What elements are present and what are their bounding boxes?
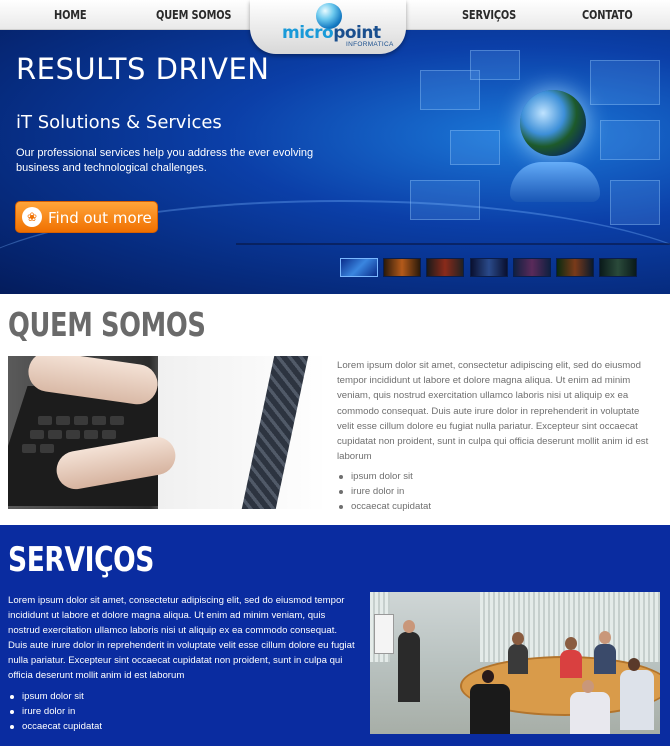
- nav-home[interactable]: HOME: [54, 8, 87, 22]
- servicos-heading: SERVIÇOS: [8, 540, 155, 580]
- slider-thumbnail-1[interactable]: [340, 258, 378, 277]
- quem-somos-heading: QUEM SOMOS: [8, 305, 206, 344]
- logo[interactable]: micropoint INFORMATICA: [250, 0, 406, 54]
- nav-servicos[interactable]: SERVIÇOS: [462, 8, 516, 22]
- typing-keyboard-image: [8, 356, 322, 509]
- quem-somos-list: ipsum dolor sit irure dolor in occaecat …: [337, 469, 637, 514]
- hero-illustration: [380, 50, 670, 250]
- list-item: ipsum dolor sit: [337, 469, 637, 484]
- logo-part-2: point: [333, 23, 381, 43]
- servicos-list: ipsum dolor sit irure dolor in occaecat …: [8, 689, 308, 734]
- slider-thumbnail-5[interactable]: [513, 258, 551, 277]
- hero-divider-line: [236, 243, 670, 245]
- hero-subtitle: iT Solutions & Services: [16, 112, 222, 133]
- slider-thumbnail-6[interactable]: [556, 258, 594, 277]
- hero-banner: RESULTS DRIVEN iT Solutions & Services O…: [0, 30, 670, 294]
- quem-somos-paragraph: Lorem ipsum dolor sit amet, consectetur …: [337, 360, 649, 463]
- list-item: irure dolor in: [337, 484, 637, 499]
- list-item: occaecat cupidatat: [337, 499, 637, 514]
- servicos-paragraph: Lorem ipsum dolor sit amet, consectetur …: [8, 595, 355, 681]
- find-out-more-label: Find out more: [48, 209, 152, 227]
- list-item: irure dolor in: [8, 704, 308, 719]
- list-item: ipsum dolor sit: [8, 689, 308, 704]
- slider-thumbnail-3[interactable]: [426, 258, 464, 277]
- list-item: occaecat cupidatat: [8, 719, 308, 734]
- nav-contato[interactable]: CONTATO: [582, 8, 633, 22]
- slider-thumbnails: [340, 258, 640, 277]
- globe-image: [520, 90, 586, 156]
- meeting-room-image: [370, 592, 660, 734]
- logo-subtitle: INFORMATICA: [346, 41, 394, 48]
- slider-thumbnail-2[interactable]: [383, 258, 421, 277]
- slider-thumbnail-4[interactable]: [470, 258, 508, 277]
- hero-description: Our professional services help you addre…: [16, 147, 314, 174]
- slider-thumbnail-7[interactable]: [599, 258, 637, 277]
- logo-part-1: micro: [282, 23, 334, 43]
- hand-image: [510, 162, 600, 202]
- logo-wordmark: micropoint: [282, 23, 381, 43]
- paw-icon: ❀: [22, 207, 42, 227]
- hero-title: RESULTS DRIVEN: [16, 52, 270, 86]
- nav-quem-somos[interactable]: QUEM SOMOS: [156, 8, 232, 22]
- find-out-more-button[interactable]: ❀ Find out more: [15, 201, 158, 233]
